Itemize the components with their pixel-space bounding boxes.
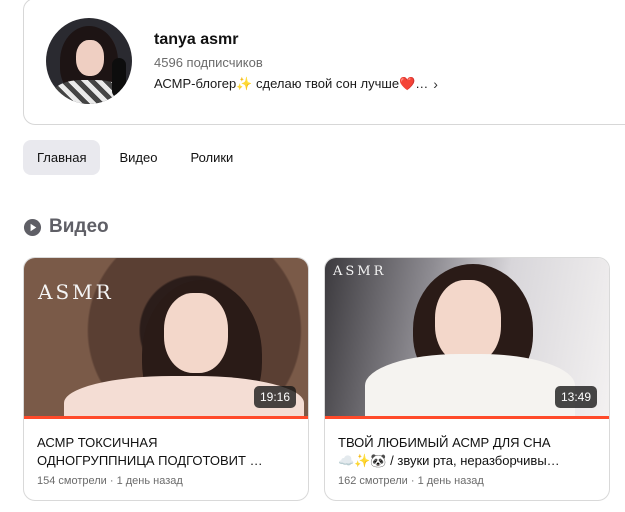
video-title-line: АСМР ТОКСИЧНАЯ: [37, 435, 158, 450]
video-title[interactable]: АСМР ТОКСИЧНАЯ ОДНОГРУППНИЦА ПОДГОТОВИТ …: [37, 434, 298, 470]
video-thumbnail[interactable]: ASMR 19:16: [24, 258, 308, 419]
thumbnail-watermark: ASMR: [38, 280, 114, 304]
channel-header: tanya asmr 4596 подписчиков АСМР-блогер✨…: [23, 0, 625, 125]
tab-home[interactable]: Главная: [23, 140, 101, 175]
tab-shorts[interactable]: Ролики: [176, 140, 247, 175]
chevron-right-icon: ›: [433, 76, 438, 92]
video-duration: 19:16: [253, 386, 296, 408]
channel-tabs: Главная Видео Ролики: [23, 140, 252, 175]
subscriber-count: 4596 подписчиков: [154, 55, 263, 70]
video-title-line: ТВОЙ ЛЮБИМЫЙ АСМР ДЛЯ СНА: [338, 435, 551, 450]
video-card[interactable]: ASMR 19:16 АСМР ТОКСИЧНАЯ ОДНОГРУППНИЦА …: [23, 257, 309, 501]
video-meta: 154 смотрели · 1 день назад: [37, 475, 183, 487]
video-title-line: ОДНОГРУППНИЦА ПОДГОТОВИТ …: [37, 453, 263, 468]
video-title-line: ☁️✨🐼 / звуки рта, неразборчивы…: [338, 453, 560, 468]
video-thumbnail[interactable]: ASMR 13:49: [325, 258, 609, 419]
video-card[interactable]: ASMR 13:49 ТВОЙ ЛЮБИМЫЙ АСМР ДЛЯ СНА ☁️✨…: [324, 257, 610, 501]
channel-name: tanya asmr: [154, 31, 239, 48]
channel-avatar[interactable]: [46, 18, 132, 104]
section-title: Видео: [49, 216, 109, 237]
watch-progress-bar: [325, 416, 609, 419]
watch-progress-bar: [24, 416, 308, 419]
section-header[interactable]: Видео: [23, 216, 109, 238]
thumbnail-watermark: ASMR: [333, 264, 387, 279]
play-circle-icon: [23, 218, 42, 237]
tab-videos[interactable]: Видео: [105, 140, 171, 175]
video-meta: 162 смотрели · 1 день назад: [338, 475, 484, 487]
video-duration: 13:49: [554, 386, 597, 408]
video-title[interactable]: ТВОЙ ЛЮБИМЫЙ АСМР ДЛЯ СНА ☁️✨🐼 / звуки р…: [338, 434, 599, 470]
channel-description[interactable]: АСМР-блогер✨ сделаю твой сон лучше❤️… ›: [154, 76, 438, 92]
channel-description-text: АСМР-блогер✨ сделаю твой сон лучше❤️…: [154, 76, 429, 91]
